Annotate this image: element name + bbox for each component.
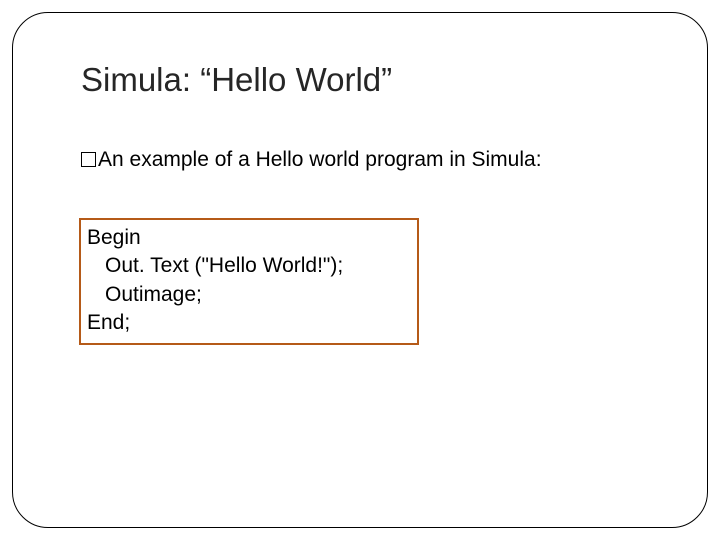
slide-frame: Simula: “Hello World” An example of a He… [12,12,708,528]
code-line: End; [87,309,411,337]
slide-title: Simula: “Hello World” [81,61,392,99]
bullet-text: An example of a Hello world program in S… [98,148,542,172]
code-sample-box: Begin Out. Text ("Hello World!"); Outima… [79,218,419,345]
code-line: Out. Text ("Hello World!"); [87,252,411,280]
square-bullet-icon [81,152,96,167]
code-line: Outimage; [87,281,411,309]
bullet-item: An example of a Hello world program in S… [81,148,542,172]
code-line: Begin [87,224,411,252]
